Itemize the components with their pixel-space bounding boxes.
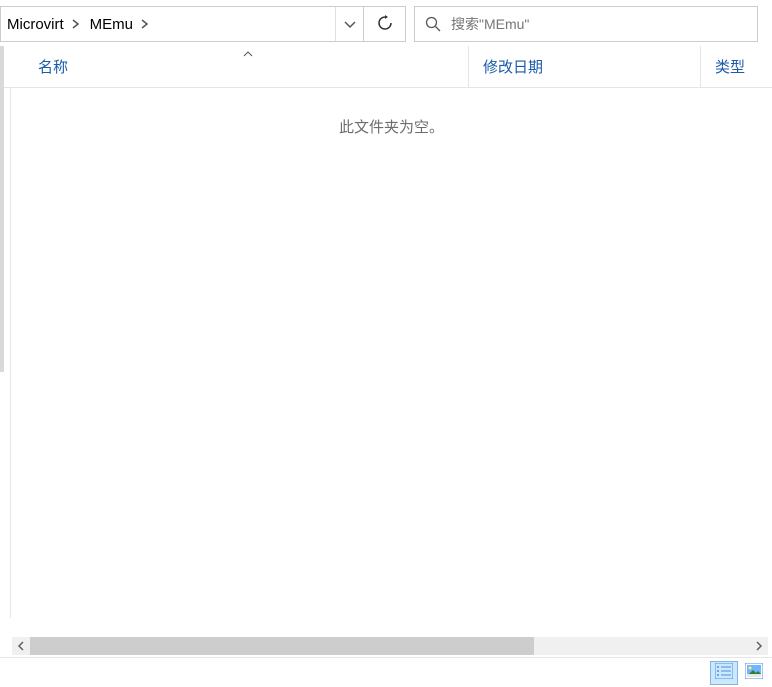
thumbnails-view-icon — [745, 663, 763, 682]
empty-folder-message: 此文件夹为空。 — [11, 88, 772, 137]
large-icons-view-button[interactable] — [740, 661, 768, 685]
details-view-button[interactable] — [710, 661, 738, 685]
history-dropdown-button[interactable] — [335, 7, 363, 41]
chevron-right-icon[interactable] — [137, 7, 153, 41]
column-label: 名称 — [38, 56, 68, 77]
breadcrumb-item-microvirt[interactable]: Microvirt — [1, 7, 68, 41]
refresh-icon — [377, 15, 393, 34]
address-bar: Microvirt MEmu — [0, 6, 406, 42]
nav-pane-resize-handle[interactable] — [0, 46, 4, 372]
search-box[interactable] — [414, 6, 758, 42]
top-bar: Microvirt MEmu — [0, 0, 772, 46]
chevron-right-icon[interactable] — [68, 7, 84, 41]
column-header-name[interactable]: 名称 — [28, 46, 468, 87]
column-label: 修改日期 — [483, 56, 543, 77]
search-input[interactable] — [451, 16, 757, 32]
breadcrumb[interactable]: Microvirt MEmu — [1, 7, 335, 41]
column-header-date[interactable]: 修改日期 — [468, 46, 700, 87]
column-label: 类型 — [715, 56, 745, 77]
breadcrumb-label: Microvirt — [7, 16, 64, 33]
chevron-right-icon — [755, 639, 763, 654]
scroll-thumb[interactable] — [30, 637, 534, 655]
breadcrumb-item-memu[interactable]: MEmu — [84, 7, 137, 41]
scroll-track[interactable] — [30, 637, 750, 655]
column-headers: 名称 修改日期 类型 — [0, 46, 772, 88]
sort-ascending-icon — [243, 44, 253, 61]
scroll-left-button[interactable] — [12, 637, 30, 655]
horizontal-scrollbar[interactable] — [12, 637, 768, 655]
chevron-down-icon — [344, 17, 356, 32]
chevron-left-icon — [17, 639, 25, 654]
column-header-type[interactable]: 类型 — [700, 46, 772, 87]
breadcrumb-label: MEmu — [90, 16, 133, 33]
scroll-right-button[interactable] — [750, 637, 768, 655]
details-view-icon — [715, 663, 733, 682]
refresh-button[interactable] — [363, 7, 405, 41]
status-bar — [0, 657, 772, 687]
file-list-area[interactable]: 此文件夹为空。 — [10, 88, 772, 618]
search-icon — [415, 7, 451, 41]
